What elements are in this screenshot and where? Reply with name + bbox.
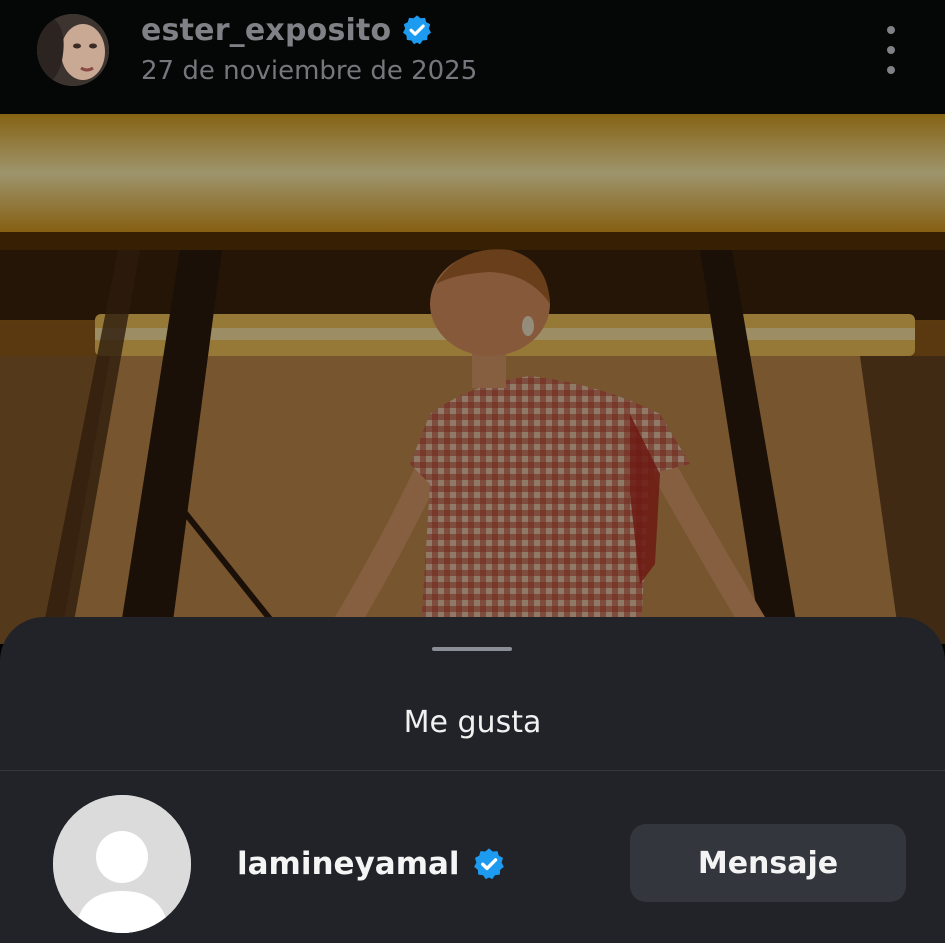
verified-badge-icon (472, 847, 506, 881)
list-item-user[interactable]: lamineyamal Mensaje (0, 795, 945, 943)
post-image-dim-overlay (0, 114, 945, 644)
more-options-icon[interactable] (874, 26, 908, 74)
sheet-divider (0, 770, 945, 771)
likes-sheet: Me gusta lamineyamal Mensaje (0, 617, 945, 943)
author-avatar-image (37, 14, 109, 86)
user-username[interactable]: lamineyamal (237, 846, 460, 882)
user-name-row[interactable]: lamineyamal (237, 841, 506, 887)
post-date: 27 de noviembre de 2025 (141, 56, 478, 86)
verified-badge-icon (401, 14, 433, 46)
post-header: ester_exposito 27 de noviembre de 2025 (0, 0, 945, 114)
post-image[interactable] (0, 114, 945, 644)
author-avatar[interactable] (37, 14, 109, 86)
author-username[interactable]: ester_exposito (141, 13, 391, 48)
sheet-title: Me gusta (403, 705, 542, 740)
message-button[interactable]: Mensaje (630, 824, 906, 902)
default-avatar-icon[interactable] (53, 795, 191, 933)
sheet-drag-handle[interactable] (432, 647, 512, 651)
author-username-row[interactable]: ester_exposito (141, 8, 433, 52)
